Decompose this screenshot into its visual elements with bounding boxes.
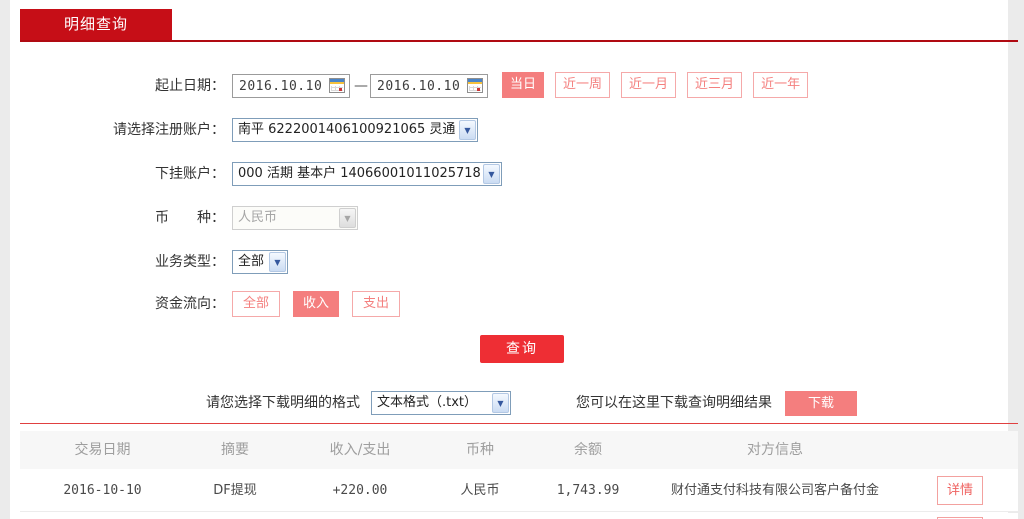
cell-summary <box>175 513 295 519</box>
cell-counterparty: 财付通支付科技有限公司客户备付金 <box>670 483 879 498</box>
tab-underline <box>20 40 1018 42</box>
header-trade-date: 交易日期 <box>74 442 131 458</box>
fund-income-button[interactable]: 收入 <box>293 291 340 317</box>
fund-direction-label: 资金流向： <box>155 296 225 312</box>
cell-balance <box>528 513 648 519</box>
quick-date-buttons: 当日 近一周 近一月 近三月 近一年 <box>502 72 809 98</box>
header-balance: 余额 <box>574 442 602 458</box>
currency-select: 人民币 ▼ <box>232 206 358 230</box>
chevron-down-icon: ▼ <box>483 164 500 184</box>
quick-last-year-button[interactable]: 近一年 <box>753 72 809 98</box>
header-counterparty: 对方信息 <box>747 442 803 458</box>
table-row: 2016-10-10 DF提现 +220.00 人民币 1,743.99 财付通… <box>20 469 1018 512</box>
download-format-label: 请您选择下载明细的格式 <box>206 395 360 411</box>
detail-query-page: 明细查询 起止日期： — 当日 近一周 近一月 近三月 近一年 请选择注册账户： <box>0 0 1024 519</box>
table-row: 详情 <box>20 513 1018 519</box>
header-currency: 币种 <box>466 442 494 458</box>
end-date-input[interactable] <box>377 76 459 96</box>
table-header: 交易日期 摘要 收入/支出 币种 余额 对方信息 <box>20 431 1018 469</box>
cell-currency <box>420 513 540 519</box>
quick-three-month-button[interactable]: 近三月 <box>687 72 743 98</box>
calendar-icon[interactable] <box>329 78 345 93</box>
registered-account-label: 请选择注册账户： <box>113 122 225 138</box>
chevron-down-icon: ▼ <box>269 252 286 272</box>
table-divider <box>20 423 1018 424</box>
query-button[interactable]: 查询 <box>480 335 564 363</box>
sub-account-label: 下挂账户： <box>155 166 225 182</box>
cell-counterparty <box>650 513 900 519</box>
fund-expense-button[interactable]: 支出 <box>352 291 401 317</box>
cell-amount: +220.00 <box>332 483 388 498</box>
business-type-label: 业务类型： <box>155 254 225 270</box>
chevron-down-icon: ▼ <box>492 393 509 413</box>
download-format-value: 文本格式（.txt） <box>377 395 478 410</box>
calendar-icon[interactable] <box>467 78 483 93</box>
chevron-down-icon: ▼ <box>459 120 476 140</box>
quick-last-month-button[interactable]: 近一月 <box>621 72 677 98</box>
registered-account-select[interactable]: 南平 6222001406100921065 灵通卡 ▼ <box>232 118 478 142</box>
business-type-select[interactable]: 全部 ▼ <box>232 250 288 274</box>
cell-currency: 人民币 <box>460 483 500 498</box>
fund-direction-buttons: 全部 收入 支出 <box>232 291 401 317</box>
cell-balance: 1,743.99 <box>556 483 620 498</box>
cell-summary: DF提现 <box>213 483 257 498</box>
fund-all-button[interactable]: 全部 <box>232 291 281 317</box>
currency-value: 人民币 <box>238 210 278 225</box>
sub-account-value: 000 活期 基本户 1406600101102571848 <box>238 166 480 181</box>
chevron-down-icon: ▼ <box>339 208 356 228</box>
tab-detail-query[interactable]: 明细查询 <box>20 9 172 40</box>
currency-label: 币 种： <box>155 210 225 226</box>
date-range-separator: — <box>354 78 368 94</box>
header-income-expense: 收入/支出 <box>329 442 391 458</box>
date-range-label: 起止日期： <box>155 78 225 94</box>
content-panel: 明细查询 起止日期： — 当日 近一周 近一月 近三月 近一年 请选择注册账户： <box>10 0 1018 519</box>
business-type-value: 全部 <box>238 254 265 269</box>
cell-trade-date <box>40 513 165 519</box>
download-hint: 您可以在这里下载查询明细结果 <box>576 395 772 411</box>
quick-last-week-button[interactable]: 近一周 <box>555 72 611 98</box>
download-format-select[interactable]: 文本格式（.txt） ▼ <box>371 391 511 415</box>
cell-amount <box>300 513 420 519</box>
quick-today-button[interactable]: 当日 <box>502 72 545 98</box>
end-date-field[interactable] <box>370 74 488 98</box>
detail-button[interactable]: 详情 <box>937 476 983 505</box>
download-button[interactable]: 下载 <box>785 391 857 416</box>
start-date-input[interactable] <box>239 76 321 96</box>
sub-account-select[interactable]: 000 活期 基本户 1406600101102571848 ▼ <box>232 162 502 186</box>
start-date-field[interactable] <box>232 74 350 98</box>
registered-account-value: 南平 6222001406100921065 灵通卡 <box>238 122 456 137</box>
cell-trade-date: 2016-10-10 <box>63 483 142 498</box>
header-summary: 摘要 <box>221 442 249 458</box>
